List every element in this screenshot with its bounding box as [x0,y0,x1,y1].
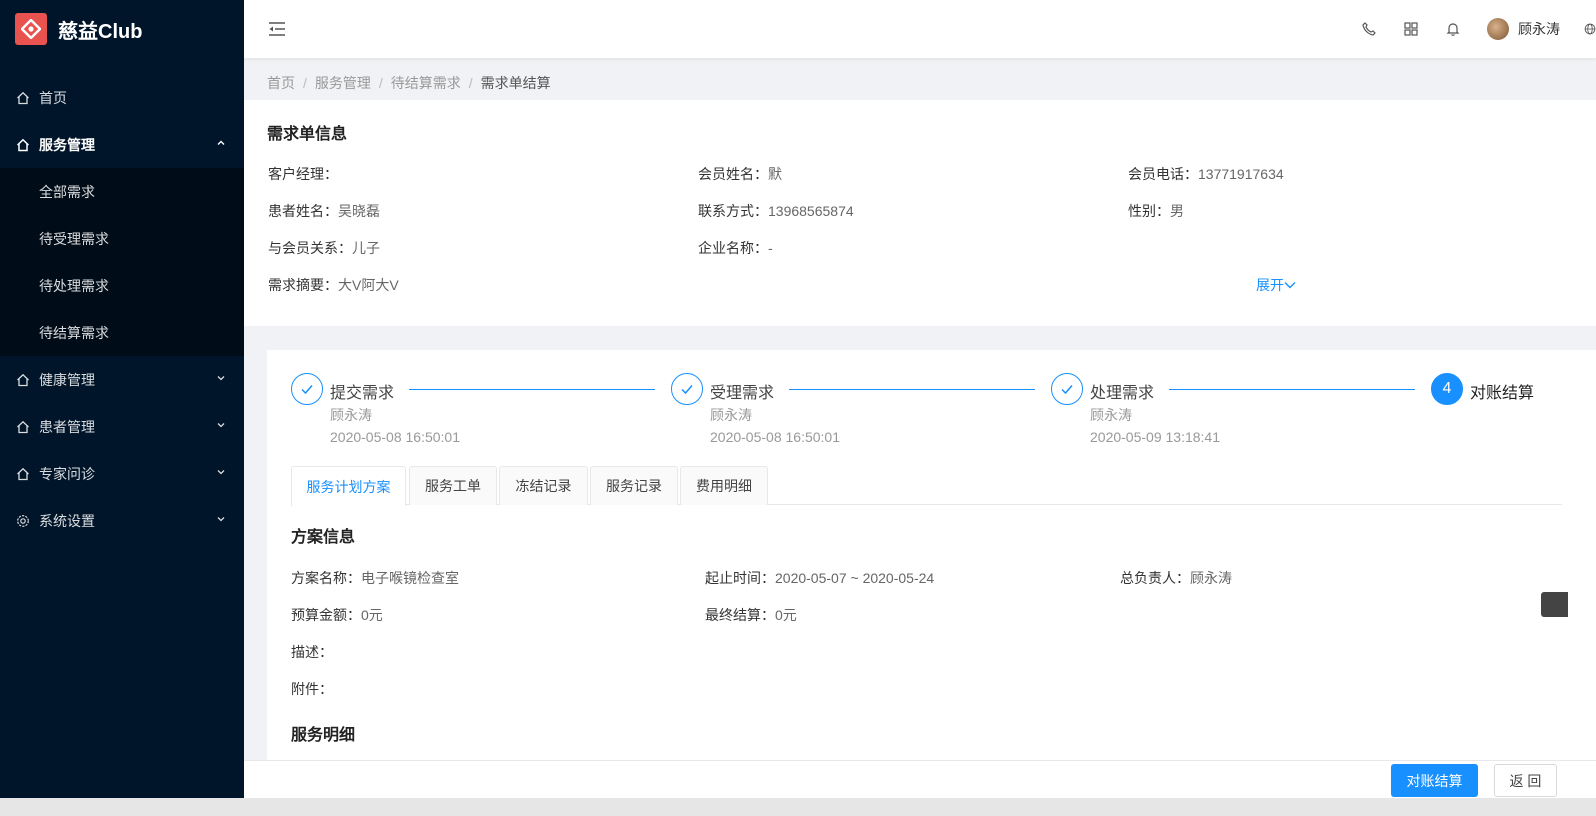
expand-link[interactable]: 展开 [1256,275,1296,295]
sidebar-item-all-requests[interactable]: 全部需求 [0,168,244,215]
chevron-down-icon [1284,277,1296,293]
globe-icon[interactable] [1584,21,1596,37]
sidebar-item-expert-consultation[interactable]: 专家问诊 [0,450,244,497]
field-gender: 性别：男 [1128,203,1184,219]
field-chief: 总负责人：顾永涛 [1120,570,1232,586]
step-1-connector [409,389,655,390]
home-icon [16,91,30,105]
sidebar-item-health-management[interactable]: 健康管理 [0,356,244,403]
apps-grid-icon[interactable] [1403,21,1419,37]
step-1-title: 提交需求 [330,385,395,402]
chevron-down-icon [216,467,226,477]
window-bottom-edge [0,798,1596,816]
tab-freeze-records[interactable]: 冻结记录 [499,466,588,505]
sidebar-item-pending-settlement[interactable]: 待结算需求 [0,309,244,356]
sidebar-item-service-management[interactable]: 服务管理 [0,121,244,168]
field-budget: 预算金额：0元 [291,607,383,623]
sidebar-item-system-settings[interactable]: 系统设置 [0,497,244,544]
chevron-up-icon [216,138,226,148]
home-icon [16,373,30,387]
field-plan-name: 方案名称：电子喉镜检查室 [291,570,459,586]
sidebar-item-pending-accept[interactable]: 待受理需求 [0,215,244,262]
sidebar: 慈益Club 首页 服务管理 全部需求 待受理需求 待处理需求 待结算需求 健康… [0,0,244,816]
tab-service-plan[interactable]: 服务计划方案 [291,466,406,506]
step-3-check-icon [1051,373,1083,405]
back-button[interactable]: 返 回 [1494,764,1557,797]
step-2-description: 顾永涛 2020-05-08 16:50:01 [710,407,840,445]
phone-icon[interactable] [1361,21,1377,37]
field-company: 企业名称：- [698,240,773,256]
sidebar-item-label: 待受理需求 [39,230,109,247]
breadcrumb-item-home[interactable]: 首页 [267,75,295,91]
field-member-phone: 会员电话：13771917634 [1128,166,1284,182]
sidebar-item-patient-management[interactable]: 患者管理 [0,403,244,450]
step-1-description: 顾永涛 2020-05-08 16:50:01 [330,407,460,445]
step-3-connector [1169,389,1415,390]
step-4-number: 4 [1431,373,1463,405]
header-actions: 顾永涛 [1361,0,1596,58]
tab-service-records[interactable]: 服务记录 [590,466,678,505]
breadcrumb-item-current: 需求单结算 [480,75,551,91]
bell-icon[interactable] [1445,21,1461,37]
sidebar-item-label: 待处理需求 [39,277,109,294]
step-3-title: 处理需求 [1090,385,1155,402]
sidebar-item-label: 待结算需求 [39,324,109,341]
sidebar-item-label: 首页 [39,89,67,106]
sidebar-item-label: 专家问诊 [39,465,95,482]
field-summary: 需求摘要：大V阿大V [268,277,399,293]
username[interactable]: 顾永涛 [1518,19,1560,39]
sidebar-item-label: 健康管理 [39,371,95,388]
order-info-title: 需求单信息 [267,126,348,143]
app-name: 慈益Club [58,20,143,43]
menu-fold-icon[interactable] [266,18,288,40]
sidebar-item-home[interactable]: 首页 [0,74,244,121]
order-info-panel: 需求单信息 客户经理： 会员姓名：默 会员电话：13771917634 患者姓名… [244,100,1596,326]
breadcrumb-item-pending-settlement[interactable]: 待结算需求 [391,75,461,91]
floating-tool-handle[interactable] [1541,592,1568,617]
step-2-connector [789,389,1035,390]
field-attachments: 附件： [291,681,333,697]
field-relationship: 与会员关系：儿子 [268,240,380,256]
plan-info-title: 方案信息 [291,529,356,546]
avatar[interactable] [1487,18,1509,40]
field-date-range: 起止时间：2020-05-07 ~ 2020-05-24 [705,570,935,586]
step-3-description: 顾永涛 2020-05-09 13:18:41 [1090,407,1220,445]
field-account-manager: 客户经理： [268,166,338,182]
tab-bar: 服务计划方案 服务工单 冻结记录 服务记录 费用明细 [291,466,1562,506]
breadcrumb-item-service-management[interactable]: 服务管理 [315,75,371,91]
home-icon [16,420,30,434]
breadcrumb: 首页 / 服务管理 / 待结算需求 / 需求单结算 [267,75,551,91]
sidebar-item-label: 系统设置 [39,512,95,529]
step-2-title: 受理需求 [710,385,775,402]
logo-mark-icon [15,13,47,45]
chevron-down-icon [216,420,226,430]
sidebar-item-pending-process[interactable]: 待处理需求 [0,262,244,309]
logo[interactable]: 慈益Club [0,0,244,58]
tab-fee-details[interactable]: 费用明细 [680,466,768,505]
home-icon [16,467,30,481]
sidebar-item-label: 全部需求 [39,183,95,200]
settle-button[interactable]: 对账结算 [1391,764,1478,797]
home-icon [16,138,30,152]
sidebar-menu: 首页 服务管理 全部需求 待受理需求 待处理需求 待结算需求 健康管理 患者管理… [0,74,244,544]
chevron-down-icon [216,514,226,524]
step-2-check-icon [671,373,703,405]
tab-work-orders[interactable]: 服务工单 [409,466,497,505]
step-1-check-icon [291,373,323,405]
service-submenu: 全部需求 待受理需求 待处理需求 待结算需求 [0,168,244,356]
field-final-settlement: 最终结算：0元 [705,607,797,623]
top-header: 顾永涛 [244,0,1596,58]
sidebar-item-label: 患者管理 [39,418,95,435]
field-member-name: 会员姓名：默 [698,166,782,182]
chevron-down-icon [216,373,226,383]
sidebar-item-label: 服务管理 [39,136,95,153]
field-description: 描述： [291,644,333,660]
step-4-title: 对账结算 [1470,385,1535,402]
service-detail-title: 服务明细 [291,727,356,744]
field-patient-name: 患者姓名：吴晓磊 [268,203,380,219]
main-card: 提交需求 顾永涛 2020-05-08 16:50:01 受理需求 顾永涛 2020… [267,350,1596,760]
gear-icon [16,514,30,528]
field-contact: 联系方式：13968565874 [698,203,854,219]
